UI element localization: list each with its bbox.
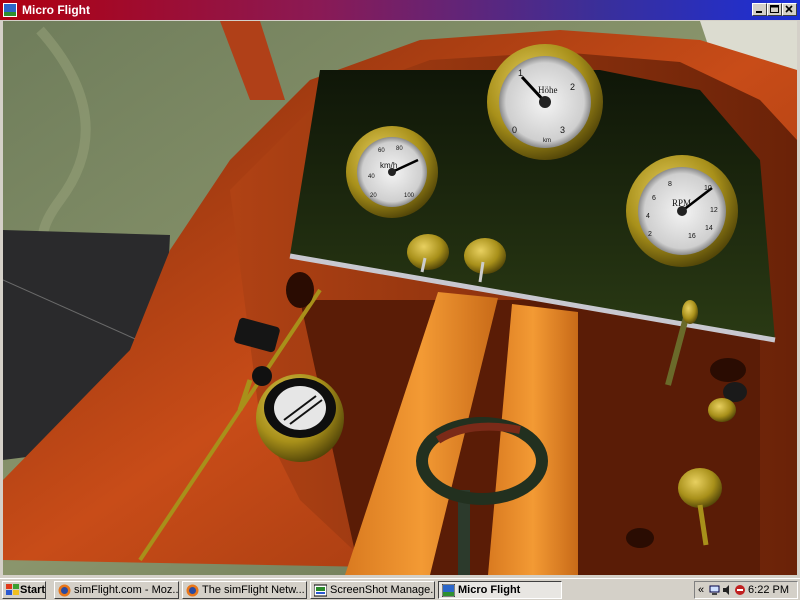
airspeed-tick-100: 100 <box>404 193 415 199</box>
task-label: ScreenShot Manage... <box>330 584 435 596</box>
system-tray: « 6:22 PM <box>694 581 798 599</box>
taskbar-item-simflight-network[interactable]: The simFlight Netw... <box>182 581 307 599</box>
taskbar-item-screenshot-manager[interactable]: ScreenShot Manage... <box>310 581 435 599</box>
compass-instrument <box>256 374 344 462</box>
firefox-icon <box>186 584 199 597</box>
airspeed-tick-60: 60 <box>378 148 385 154</box>
close-button[interactable] <box>782 3 797 16</box>
flight-3d-viewport[interactable]: Höhe km 0 1 2 3 km/h 20 40 60 80 100 RPM… <box>3 21 797 575</box>
title-bar[interactable]: Micro Flight <box>0 0 800 20</box>
tach-tick-2: 2 <box>648 231 652 238</box>
screenshot-manager-icon <box>314 584 327 597</box>
firefox-icon <box>58 584 71 597</box>
tachometer-gauge: RPM 2 4 6 8 10 12 14 16 <box>626 155 738 267</box>
start-label: Start <box>20 584 46 596</box>
altimeter-unit: km <box>543 138 551 144</box>
maximize-icon <box>770 5 779 13</box>
close-icon <box>785 5 793 13</box>
minimize-button[interactable] <box>752 3 767 16</box>
speaker-icon[interactable] <box>722 584 734 596</box>
task-label: simFlight.com - Moz... <box>74 584 179 596</box>
windows-logo-icon <box>6 584 19 595</box>
airspeed-label: km/h <box>380 161 397 170</box>
tray-expand-chevron[interactable]: « <box>698 582 704 598</box>
taskbar-item-micro-flight[interactable]: Micro Flight <box>438 581 562 599</box>
maximize-button[interactable] <box>767 3 782 16</box>
clock[interactable]: 6:22 PM <box>748 582 789 598</box>
altimeter-tick-0: 0 <box>512 125 517 135</box>
tach-tick-14: 14 <box>705 225 713 232</box>
altimeter-gauge: Höhe km 0 1 2 3 <box>487 44 603 160</box>
network-icon[interactable] <box>709 584 721 596</box>
altimeter-tick-2: 2 <box>570 82 575 92</box>
tach-tick-4: 4 <box>646 213 650 220</box>
taskbar-item-simflight-moz[interactable]: simFlight.com - Moz... <box>54 581 179 599</box>
tach-tick-12: 12 <box>710 207 718 214</box>
airspeed-gauge: km/h 20 40 60 80 100 <box>346 126 438 218</box>
tach-tick-10: 10 <box>704 185 712 192</box>
altimeter-label: Höhe <box>538 85 558 95</box>
altimeter-tick-3: 3 <box>560 125 565 135</box>
app-window: Micro Flight Höhe km 0 1 2 3 km/h 20 40 … <box>0 0 800 578</box>
airspeed-tick-80: 80 <box>396 146 403 152</box>
window-title: Micro Flight <box>22 3 90 17</box>
micro-flight-icon <box>442 584 455 597</box>
airspeed-tick-20: 20 <box>370 193 377 199</box>
system-icon[interactable] <box>734 584 746 596</box>
cockpit-scene: Höhe km 0 1 2 3 km/h 20 40 60 80 100 RPM… <box>3 21 797 575</box>
task-label: The simFlight Netw... <box>202 584 305 596</box>
start-button[interactable]: Start <box>2 581 46 599</box>
altimeter-tick-1: 1 <box>518 68 523 78</box>
airspeed-tick-40: 40 <box>368 174 375 180</box>
tach-tick-6: 6 <box>652 195 656 202</box>
tach-tick-8: 8 <box>668 181 672 188</box>
minimize-icon <box>756 11 762 13</box>
taskbar: Start simFlight.com - Moz... The simFlig… <box>0 578 800 600</box>
tachometer-label: RPM <box>672 198 691 208</box>
tach-tick-16: 16 <box>688 233 696 240</box>
window-app-icon <box>3 3 17 17</box>
task-label: Micro Flight <box>458 584 521 596</box>
